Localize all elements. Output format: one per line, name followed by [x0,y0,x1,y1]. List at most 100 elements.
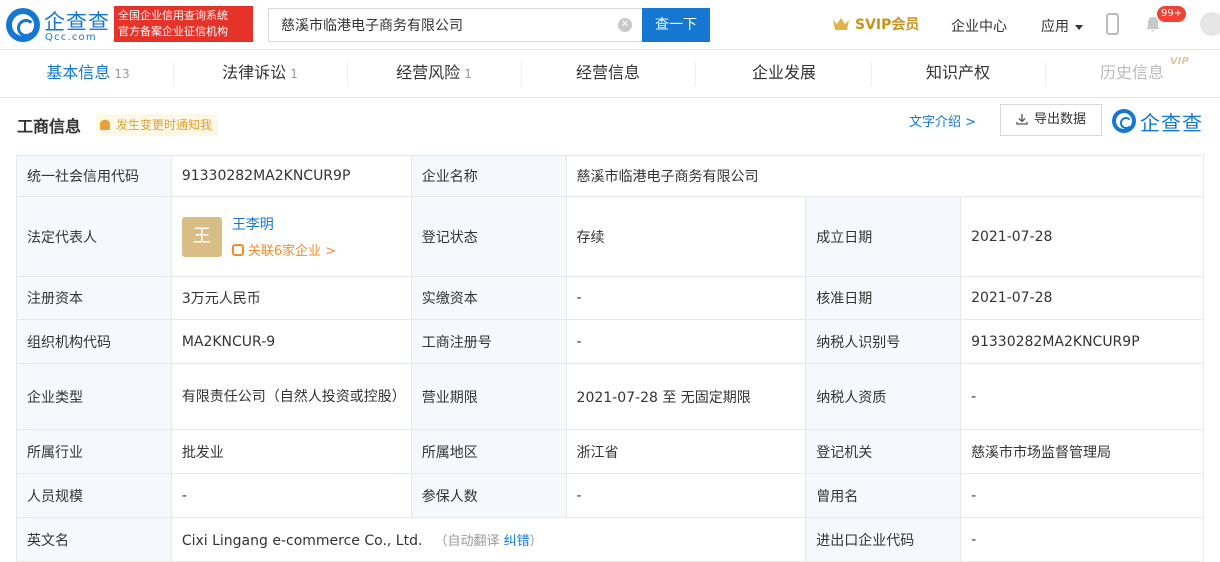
reg-capital-label: 注册资本 [16,276,172,320]
org-code-value: MA2KNCUR-9 [170,319,412,364]
table-row: 法定代表人 王 王李明 关联6家企业 > 登记状态 存续 成立日期 2021-0… [16,196,1204,277]
text-intro-link[interactable]: 文字介绍 > [909,111,976,130]
region-label: 所属地区 [410,429,567,474]
tab-legal[interactable]: 法律诉讼 1 [200,50,320,98]
tab-basic-info[interactable]: 基本信息 13 [30,50,146,98]
en-name-value: Cixi Lingang e-commerce Co., Ltd. [181,533,423,549]
taxpayer-qual-value: - [960,363,1204,430]
related-companies-link[interactable]: 关联6家企业 > [231,240,336,259]
former-name-label: 曾用名 [805,473,962,518]
tab-count: 1 [464,67,472,81]
reg-capital-value: 3万元人民币 [170,276,412,320]
approve-date-label: 核准日期 [805,276,962,320]
import-export-label: 进出口企业代码 [805,517,962,562]
mobile-phone-icon[interactable] [1106,13,1119,35]
import-export-value: - [960,517,1204,562]
tab-label: 基本信息 [46,63,111,82]
legal-rep-cell: 王 王李明 关联6家企业 > [170,196,412,277]
tab-label: 法律诉讼 [222,63,287,82]
badge-line-1: 全国企业信用查询系统 [118,9,228,22]
insured-value: - [565,473,807,518]
export-data-button[interactable]: 导出数据 [1000,104,1102,136]
approve-date-value: 2021-07-28 [960,276,1204,320]
notify-label: 发生变更时通知我 [116,118,213,132]
qcc-logo-icon [6,8,40,42]
tab-label: 历史信息 [1099,63,1164,82]
company-name-value: 慈溪市临港电子商务有限公司 [565,155,1205,197]
download-icon [1016,107,1028,125]
former-name-value: - [960,473,1204,518]
biz-reg-no-value: - [565,319,807,364]
staff-size-value: - [170,473,412,518]
en-name-label: 英文名 [16,517,172,562]
tab-label: 企业发展 [751,63,816,82]
auto-translate-note: （自动翻译 纠错） [434,534,542,549]
brand-text: 企查查 [1140,110,1203,135]
found-date-label: 成立日期 [805,196,962,277]
correct-link[interactable]: 纠错 [504,534,530,549]
search-input[interactable] [281,9,611,41]
tab-divider [871,62,872,86]
user-avatar[interactable] [1200,12,1220,36]
table-row: 所属行业 批发业 所属地区 浙江省 登记机关 慈溪市市场监督管理局 [16,429,1204,474]
tab-operating-info[interactable]: 经营信息 [548,50,668,98]
company-type-value: 有限责任公司（自然人投资或控股） [170,363,412,430]
brand-watermark: 企查查 [1112,107,1203,135]
credit-code-label: 统一社会信用代码 [16,155,172,197]
qcc-logo[interactable]: 企查查 Qcc.com [6,6,112,44]
reg-authority-label: 登记机关 [805,429,962,474]
search-box: ✕ [268,8,642,42]
reg-authority-value: 慈溪市市场监督管理局 [960,429,1204,474]
industry-value: 批发业 [170,429,412,474]
legal-rep-avatar[interactable]: 王 [181,216,222,257]
tab-development[interactable]: 企业发展 [722,50,846,98]
legal-rep-label: 法定代表人 [16,196,172,277]
industry-label: 所属行业 [16,429,172,474]
org-code-label: 组织机构代码 [16,319,172,364]
svip-label: SVIP会员 [855,17,920,33]
tab-operating-risk[interactable]: 经营风险 1 [374,50,494,98]
table-row: 英文名 Cixi Lingang e-commerce Co., Ltd. （自动… [16,517,1204,562]
paid-capital-value: - [565,276,807,320]
reg-status-value: 存续 [565,196,807,277]
credit-code-value: 91330282MA2KNCUR9P [170,155,412,197]
tab-label: 经营信息 [575,63,640,82]
legal-rep-person: 王 王李明 关联6家企业 > [181,214,401,259]
table-row: 组织机构代码 MA2KNCUR-9 工商注册号 - 纳税人识别号 9133028… [16,319,1204,364]
logo-domain: Qcc.com [45,32,97,43]
enterprise-center-link[interactable]: 企业中心 [951,16,1007,36]
section-title: 工商信息 [17,117,82,136]
biz-reg-no-label: 工商注册号 [410,319,567,364]
search-button[interactable]: 查一下 [642,8,710,42]
taxpayer-id-label: 纳税人识别号 [805,319,962,364]
table-row: 注册资本 3万元人民币 实缴资本 - 核准日期 2021-07-28 [16,276,1204,320]
change-notify-button[interactable]: 发生变更时通知我 [96,114,219,136]
link-icon [231,244,244,256]
tab-divider [521,62,522,86]
auto-translate-label: （自动翻译 [434,534,500,549]
apps-menu[interactable]: 应用 [1041,16,1083,36]
table-row: 统一社会信用代码 91330282MA2KNCUR9P 企业名称 慈溪市临港电子… [16,155,1205,197]
crown-icon [832,16,850,32]
company-tabs: 基本信息 13 法律诉讼 1 经营风险 1 经营信息 企业发展 知识产权 历史信息 V… [0,50,1220,98]
top-header: 企查查 Qcc.com 全国企业信用查询系统 官方备案企业征信机构 ✕ 查一下 … [0,0,1220,50]
legal-rep-name-link[interactable]: 王李明 [232,214,336,234]
insured-label: 参保人数 [410,473,567,518]
biz-term-label: 营业期限 [410,363,567,430]
table-row: 企业类型 有限责任公司（自然人投资或控股） 营业期限 2021-07-28 至 … [16,363,1204,430]
qcc-logo-icon [1112,109,1136,133]
apps-label: 应用 [1041,19,1069,35]
tab-count: 1 [290,67,298,81]
biz-term-value: 2021-07-28 至 无固定期限 [565,363,807,430]
auto-translate-end: ） [529,534,543,549]
taxpayer-id-value: 91330282MA2KNCUR9P [960,319,1204,364]
clear-icon[interactable]: ✕ [618,18,632,32]
tab-divider [695,62,696,86]
tab-ip[interactable]: 知识产权 [896,50,1020,98]
svip-member-link[interactable]: SVIP会员 [832,14,919,34]
tab-label: 知识产权 [925,63,990,82]
tab-divider [1045,62,1046,86]
tab-label: 经营风险 [396,63,461,82]
export-label: 导出数据 [1033,112,1086,127]
bell-icon [100,120,110,130]
